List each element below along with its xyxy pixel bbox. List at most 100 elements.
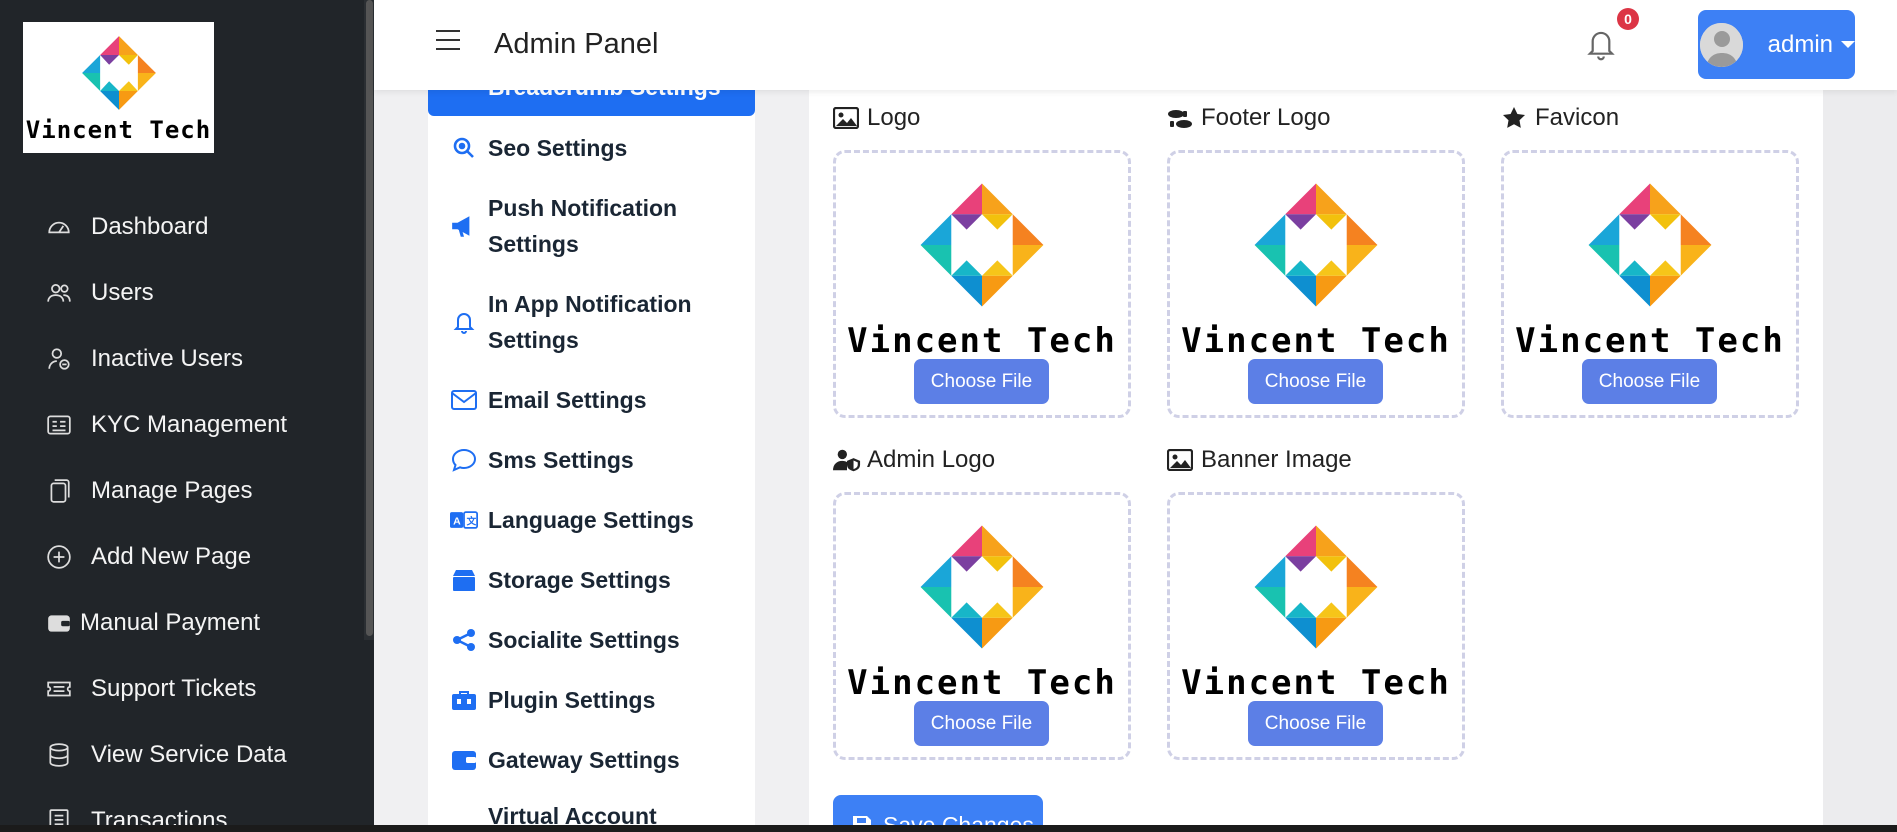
image-icon [1167, 448, 1195, 472]
sidebar-item-inactive-users[interactable]: Inactive Users [0, 326, 360, 392]
settings-menu-item-socialite[interactable]: Socialite Settings [428, 622, 755, 658]
sidebar-item-manual-payment[interactable]: Manual Payment [0, 590, 360, 656]
image-icon [833, 106, 861, 130]
upload-label-text: Favicon [1535, 104, 1620, 131]
upload-label: Banner Image [1167, 446, 1352, 474]
settings-menu-item-language[interactable]: A文 Language Settings [428, 502, 755, 538]
database-icon [46, 742, 72, 768]
dashboard-gauge-icon [46, 214, 72, 240]
notification-count-badge: 0 [1617, 8, 1639, 30]
wallet-icon [46, 610, 72, 636]
settings-menu-item-plugin[interactable]: Plugin Settings [428, 682, 755, 718]
avatar [1700, 22, 1743, 67]
logo-preview-icon [1588, 183, 1712, 307]
logo-preview-text: Vincent Tech [847, 663, 1117, 703]
sidebar-scrollbar[interactable] [364, 0, 374, 640]
settings-menu-item-push-notification[interactable]: Push Notification Settings [428, 190, 688, 262]
sidebar-item-label: View Service Data [91, 741, 287, 768]
sidebar-item-label: KYC Management [91, 411, 288, 438]
choose-file-button[interactable]: Choose File [1248, 359, 1383, 404]
user-name: admin [1767, 30, 1833, 58]
sidebar-item-add-new-page[interactable]: Add New Page [0, 524, 360, 590]
search-icon [450, 134, 478, 162]
share-icon [450, 626, 478, 654]
settings-menu-label: Email Settings [488, 387, 647, 413]
upload-dropzone[interactable]: Vincent Tech Choose File [833, 150, 1131, 418]
settings-menu-item-storage[interactable]: Storage Settings [428, 562, 755, 598]
settings-menu-item-in-app-notification[interactable]: In App Notification Settings [428, 286, 718, 358]
user-menu-button[interactable]: admin [1698, 10, 1855, 79]
plus-circle-icon [46, 544, 72, 570]
sidebar-nav: Dashboard Users Inactive Users KYC Manag… [0, 194, 360, 832]
bell-icon [450, 308, 478, 336]
star-icon [1501, 106, 1529, 130]
sidebar-item-label: Dashboard [91, 213, 209, 240]
sidebar: Vincent Tech Dashboard Users Inactive Us… [0, 0, 374, 832]
settings-menu-label: Socialite Settings [488, 627, 680, 653]
upload-label-text: Admin Logo [867, 446, 996, 473]
upload-dropzone[interactable]: Vincent Tech Choose File [833, 492, 1131, 760]
sidebar-item-kyc[interactable]: KYC Management [0, 392, 360, 458]
page-title: Admin Panel [494, 28, 659, 60]
upload-label-text: Banner Image [1201, 446, 1352, 473]
upload-label-text: Footer Logo [1201, 104, 1331, 131]
choose-file-button[interactable]: Choose File [1248, 701, 1383, 746]
sidebar-item-label: Users [91, 279, 154, 306]
choose-file-button[interactable]: Choose File [1582, 359, 1717, 404]
menu-toggle-icon[interactable] [436, 30, 460, 52]
ticket-icon [46, 676, 72, 702]
pages-icon [46, 478, 72, 504]
upload-dropzone[interactable]: Vincent Tech Choose File [1167, 492, 1465, 760]
megaphone-icon [450, 212, 478, 240]
settings-menu-item-gateway[interactable]: Gateway Settings [428, 742, 755, 778]
logo-preview-icon [920, 525, 1044, 649]
upload-label-text: Logo [867, 104, 921, 131]
sidebar-item-manage-pages[interactable]: Manage Pages [0, 458, 360, 524]
settings-menu-label: Push Notification Settings [488, 195, 678, 257]
settings-menu-label: Plugin Settings [488, 687, 656, 713]
settings-menu: Breadcrumb Settings Seo Settings Push No… [428, 90, 755, 832]
svg-text:A: A [453, 515, 461, 527]
top-bar: Admin Panel 0 admin [374, 0, 1897, 90]
translate-icon: A文 [450, 506, 478, 534]
brand-logo[interactable]: Vincent Tech [23, 22, 214, 153]
chevron-down-icon [1841, 41, 1855, 48]
upload-label: Footer Logo [1167, 104, 1330, 132]
logo-preview-text: Vincent Tech [847, 321, 1117, 361]
user-shield-icon [833, 448, 861, 472]
logo-preview-icon [920, 183, 1044, 307]
sidebar-item-view-service-data[interactable]: View Service Data [0, 722, 360, 788]
id-card-icon [46, 412, 72, 438]
inactive-user-icon [46, 346, 72, 372]
brand-diamond-icon [81, 35, 156, 110]
choose-file-button[interactable]: Choose File [914, 701, 1049, 746]
settings-menu-item-breadcrumb[interactable]: Breadcrumb Settings [428, 90, 755, 116]
settings-menu-item-seo[interactable]: Seo Settings [428, 130, 755, 166]
sidebar-scrollbar-thumb[interactable] [366, 0, 373, 636]
settings-menu-item-sms[interactable]: Sms Settings [428, 442, 755, 478]
settings-menu-item-email[interactable]: Email Settings [428, 382, 755, 418]
sidebar-item-support-tickets[interactable]: Support Tickets [0, 656, 360, 722]
toolbox-icon [450, 686, 478, 714]
upload-dropzone[interactable]: Vincent Tech Choose File [1501, 150, 1799, 418]
logo-preview-text: Vincent Tech [1515, 321, 1785, 361]
settings-menu-label: Language Settings [488, 507, 694, 533]
upload-label: Favicon [1501, 104, 1619, 132]
logo-preview-text: Vincent Tech [1181, 321, 1451, 361]
page-gutter [1823, 90, 1897, 832]
upload-label: Logo [833, 104, 920, 132]
settings-card: Logo Vincent Tech Choose File Footer Log… [809, 90, 1823, 832]
choose-file-button[interactable]: Choose File [914, 359, 1049, 404]
brand-name: Vincent Tech [25, 115, 212, 144]
logo-preview-icon [1254, 525, 1378, 649]
logo-preview-icon [1254, 183, 1378, 307]
chat-icon [450, 446, 478, 474]
sidebar-item-label: Manage Pages [91, 477, 253, 504]
sidebar-item-label: Inactive Users [91, 345, 244, 372]
sidebar-item-users[interactable]: Users [0, 260, 360, 326]
window-bottom-edge [0, 825, 1897, 832]
wallet-icon [450, 746, 478, 774]
upload-dropzone[interactable]: Vincent Tech Choose File [1167, 150, 1465, 418]
notification-bell-icon[interactable] [1584, 26, 1618, 62]
sidebar-item-dashboard[interactable]: Dashboard [0, 194, 360, 260]
